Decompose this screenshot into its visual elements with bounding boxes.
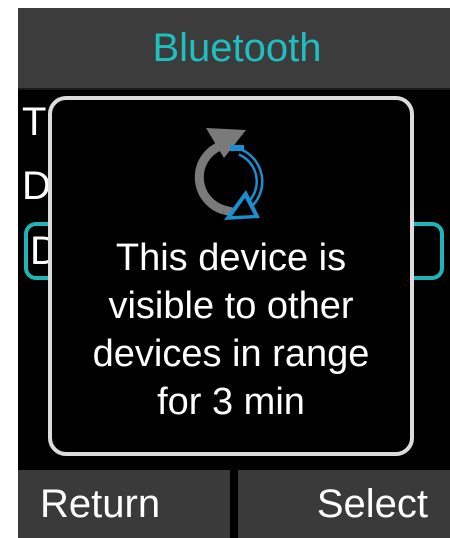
- menu-item-label: T: [22, 100, 47, 144]
- select-softkey-label: Select: [316, 481, 428, 526]
- bluetooth-visibility-refresh-icon: [194, 128, 264, 220]
- return-softkey[interactable]: Return: [18, 470, 230, 538]
- softkey-bar: Return Select: [18, 470, 450, 538]
- popup-message-line: visible to other: [108, 285, 354, 327]
- popup-message-line: This device is: [115, 237, 347, 279]
- menu-item-label: D: [22, 164, 51, 208]
- popup-message-line: devices in range: [92, 333, 370, 375]
- phone-screen: Bluetooth T D D Return Select This devic…: [18, 8, 450, 538]
- title-bar: Bluetooth: [18, 8, 450, 90]
- popup-message: This device is visible to other devices …: [52, 234, 410, 426]
- return-softkey-label: Return: [40, 481, 161, 526]
- popup-message-line: for 3 min: [157, 381, 305, 423]
- page-title: Bluetooth: [152, 26, 322, 70]
- select-softkey[interactable]: Select: [238, 470, 450, 538]
- visibility-popup: This device is visible to other devices …: [48, 96, 414, 456]
